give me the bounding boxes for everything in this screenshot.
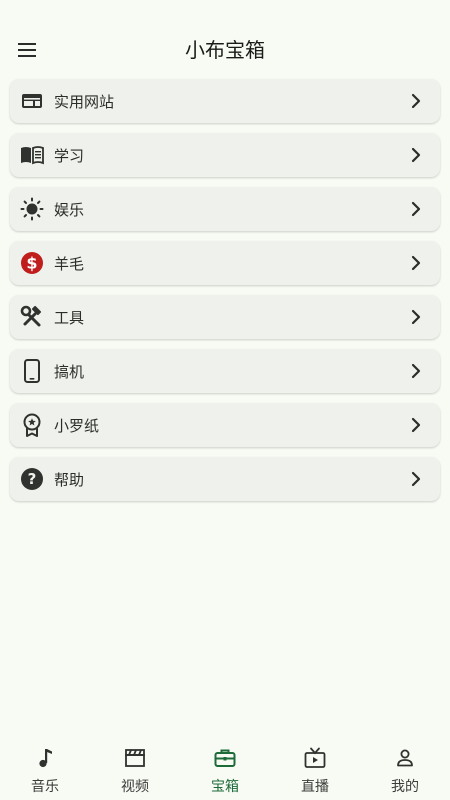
nav-item-profile[interactable]: 我的 xyxy=(360,736,450,800)
list-item-study[interactable]: 学习 xyxy=(10,133,440,177)
list-item-websites[interactable]: 实用网站 xyxy=(10,79,440,123)
chevron-right-icon xyxy=(411,309,421,325)
svg-text:$: $ xyxy=(26,254,37,273)
list-item-label: 帮助 xyxy=(54,470,85,489)
svg-text:?: ? xyxy=(28,470,37,488)
list-item-label: 实用网站 xyxy=(54,92,115,111)
list-item-xiaoluozhi[interactable]: 小罗纸 xyxy=(10,403,440,447)
nav-label: 宝箱 xyxy=(211,779,239,795)
nav-label: 直播 xyxy=(301,779,329,795)
chevron-right-icon xyxy=(411,201,421,217)
bottom-navigation: 音乐 视频 宝箱 直播 我的 xyxy=(0,736,450,800)
nav-item-live[interactable]: 直播 xyxy=(270,736,360,800)
clapperboard-icon xyxy=(123,746,147,770)
list-item-tools[interactable]: 工具 xyxy=(10,295,440,339)
status-bar xyxy=(0,0,450,22)
briefcase-icon xyxy=(213,746,237,770)
chevron-right-icon xyxy=(411,255,421,271)
nav-label: 音乐 xyxy=(31,779,59,795)
category-list: 实用网站 学习 娱乐 $ 羊毛 工具 搞机 小罗纸 ? 帮助 xyxy=(10,79,440,511)
nav-item-music[interactable]: 音乐 xyxy=(0,736,90,800)
hammer-wrench-icon xyxy=(20,305,44,329)
list-item-help[interactable]: ? 帮助 xyxy=(10,457,440,501)
book-icon xyxy=(20,143,44,167)
help-circle-icon: ? xyxy=(20,467,44,491)
list-item-tinkering[interactable]: 搞机 xyxy=(10,349,440,393)
music-note-icon xyxy=(33,746,57,770)
list-item-label: 搞机 xyxy=(54,362,85,381)
chevron-right-icon xyxy=(411,471,421,487)
page-title: 小布宝箱 xyxy=(185,38,265,62)
hamburger-menu-icon xyxy=(18,43,36,57)
nav-item-treasure-box[interactable]: 宝箱 xyxy=(180,736,270,800)
live-tv-icon xyxy=(303,746,327,770)
person-icon xyxy=(393,746,417,770)
dollar-circle-icon: $ xyxy=(20,251,44,275)
list-item-entertainment[interactable]: 娱乐 xyxy=(10,187,440,231)
nav-item-video[interactable]: 视频 xyxy=(90,736,180,800)
list-item-label: 娱乐 xyxy=(54,200,85,219)
smartphone-icon xyxy=(20,359,44,383)
web-window-icon xyxy=(20,89,44,113)
top-app-bar: 小布宝箱 xyxy=(0,22,450,78)
nav-label: 我的 xyxy=(391,779,419,795)
menu-button[interactable] xyxy=(10,32,46,68)
chevron-right-icon xyxy=(411,147,421,163)
nav-label: 视频 xyxy=(121,779,149,795)
chevron-right-icon xyxy=(411,363,421,379)
chevron-right-icon xyxy=(411,417,421,433)
chevron-right-icon xyxy=(411,93,421,109)
sun-icon xyxy=(20,197,44,221)
list-item-label: 羊毛 xyxy=(54,254,85,273)
list-item-label: 工具 xyxy=(54,308,85,327)
list-item-label: 学习 xyxy=(54,146,85,165)
list-item-deals[interactable]: $ 羊毛 xyxy=(10,241,440,285)
award-badge-icon xyxy=(20,413,44,437)
list-item-label: 小罗纸 xyxy=(54,416,100,435)
